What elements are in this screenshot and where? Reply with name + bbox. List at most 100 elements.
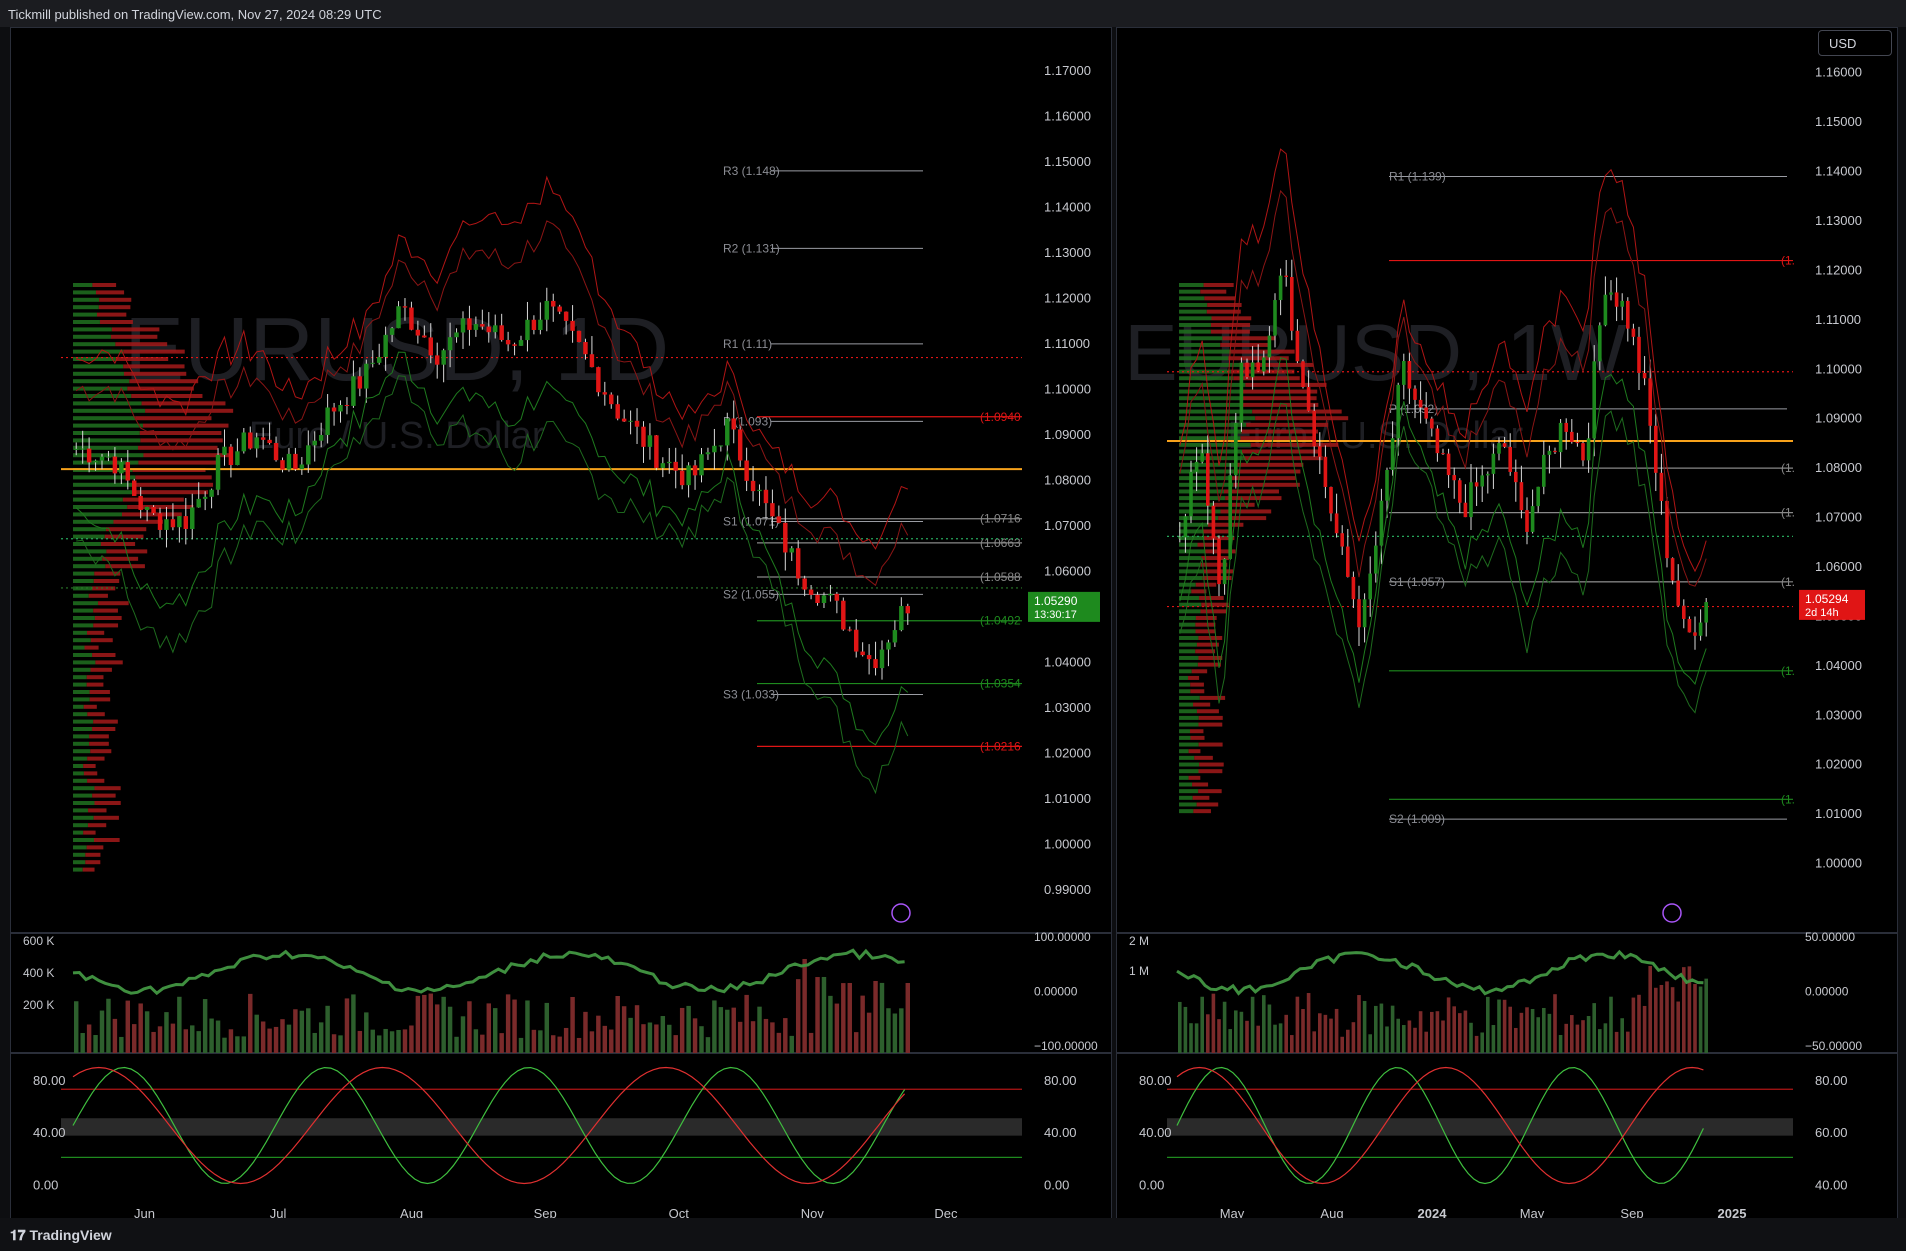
- volume-profile-bar: [73, 505, 128, 509]
- candle-body: [770, 503, 775, 517]
- stochastic-tick-left: 40.00: [33, 1125, 66, 1140]
- volume-bar: [750, 1021, 756, 1053]
- candle-body: [821, 595, 827, 603]
- volume-profile-bar: [93, 623, 119, 628]
- tradingview-logo-icon: 𝟏𝟕 TradingView: [10, 1227, 112, 1243]
- candle-body: [1581, 443, 1585, 461]
- volume-profile-bar: [73, 815, 94, 820]
- volume-bar: [1530, 1008, 1535, 1053]
- volume-profile-bar: [73, 482, 137, 487]
- candle-body: [634, 420, 640, 427]
- volume-bar: [493, 1008, 498, 1053]
- volume-profile-bar: [90, 638, 113, 643]
- volume-profile-bar: [1179, 629, 1196, 634]
- candle-body: [1575, 441, 1580, 444]
- candle-body: [1547, 450, 1552, 455]
- chart-panel-daily[interactable]: EURUSD, 1D Euro / U.S. Dollar 1.17000 1.160…: [10, 27, 1112, 1219]
- volume-profile-bar: [1199, 695, 1226, 700]
- volume-bar: [1262, 995, 1266, 1053]
- oscillator-tick-label: 0.00000: [1034, 985, 1078, 999]
- stochastic-tick-left: 80.00: [33, 1073, 66, 1088]
- volume-bar: [473, 1029, 479, 1053]
- volume-profile-bar: [73, 852, 86, 857]
- candle-body: [144, 506, 150, 510]
- footer: 𝟏𝟕 TradingView: [0, 1218, 1906, 1251]
- volume-bar: [841, 983, 846, 1053]
- pivot-label: R1 (1.139): [1389, 170, 1446, 184]
- volume-profile-bar: [1196, 642, 1219, 647]
- level-label: (1.0716: [980, 512, 1021, 526]
- candle-body: [241, 432, 247, 452]
- volume-bar: [1670, 987, 1675, 1053]
- volume-profile-bar: [1179, 336, 1223, 341]
- price-tick-label: 1.09000: [1815, 411, 1862, 426]
- volume-bar: [525, 1000, 530, 1053]
- candle-body: [1598, 325, 1602, 362]
- candle-body: [434, 355, 440, 365]
- candle-body: [1435, 428, 1440, 454]
- candle-body: [557, 306, 562, 312]
- price-tick-label: 1.14000: [1044, 199, 1091, 214]
- candle-body: [692, 465, 698, 476]
- volume-profile-bar: [1179, 702, 1194, 707]
- volume-bar: [1581, 1020, 1585, 1053]
- daily-chart-svg[interactable]: EURUSD, 1DEuro / U.S. Dollar1.170001.160…: [11, 28, 1111, 1218]
- candle-body: [1676, 580, 1680, 606]
- candle-body: [1626, 300, 1630, 329]
- volume-bar: [196, 1031, 201, 1053]
- price-tick-label: 1.16000: [1815, 65, 1862, 80]
- volume-bar: [1654, 987, 1658, 1053]
- volume-profile-bar: [1240, 396, 1317, 401]
- volume-bar: [1665, 981, 1669, 1053]
- weekly-chart-svg[interactable]: EURUSD, 1WEuro / U.S. Dollar1.160001.150…: [1117, 28, 1897, 1218]
- candle-body: [254, 437, 259, 449]
- volume-profile-bar: [1179, 476, 1232, 481]
- volume-bar: [776, 1032, 782, 1053]
- volume-bar: [570, 996, 575, 1053]
- chart-panel-weekly[interactable]: EURUSD, 1W Euro / U.S. Dollar 1.16000 1.150…: [1116, 27, 1898, 1219]
- candle-body: [1250, 362, 1255, 378]
- volume-bar: [1502, 999, 1507, 1053]
- candle-body: [1637, 336, 1641, 373]
- candle-body: [499, 325, 504, 340]
- volume-bar: [563, 1027, 569, 1053]
- candle-body: [1178, 537, 1182, 539]
- candle-body: [679, 470, 685, 486]
- volume-profile-bar: [1179, 755, 1195, 760]
- candle-body: [1452, 475, 1456, 481]
- volume-profile-bar: [1225, 496, 1282, 501]
- candle-body: [99, 456, 105, 461]
- x-tick-label: Aug: [1320, 1206, 1343, 1218]
- candle-body: [1665, 500, 1669, 559]
- candle-body: [1340, 533, 1344, 547]
- volume-profile-bar: [1179, 769, 1199, 774]
- price-tick-label: 1.15000: [1044, 154, 1091, 169]
- volume-bar: [202, 999, 208, 1053]
- volume-profile-bar: [83, 830, 96, 835]
- price-tick-label: 1.03000: [1044, 700, 1091, 715]
- volume-profile-bar: [1179, 649, 1196, 654]
- stochastic-tick-right: 40.00: [1044, 1125, 1077, 1140]
- volume-profile-bar: [73, 534, 105, 539]
- candle-body: [1290, 277, 1294, 331]
- volume-bar: [235, 1036, 240, 1053]
- volume-bar: [892, 1013, 898, 1053]
- currency-button[interactable]: USD: [1818, 30, 1892, 56]
- volume-bar: [679, 1007, 685, 1053]
- volume-profile-bar: [73, 704, 84, 709]
- x-tick-label: May: [1520, 1206, 1545, 1218]
- volume-profile-bar: [73, 667, 91, 672]
- candle-body: [1570, 431, 1574, 442]
- price-tick-label: 1.07000: [1815, 510, 1862, 525]
- volume-bar: [1273, 1024, 1277, 1053]
- volume-profile-bar: [1179, 302, 1208, 307]
- pivot-label: P (1.092): [1389, 402, 1438, 416]
- candle-body: [1418, 399, 1423, 408]
- volume-profile-bar: [94, 616, 122, 620]
- volume-profile-bar: [1179, 549, 1205, 554]
- candle-body: [1542, 454, 1546, 487]
- candle-body: [370, 362, 375, 364]
- volume-bar: [1413, 1027, 1417, 1053]
- volume-bar: [1284, 1014, 1288, 1053]
- volume-profile-bar: [1195, 629, 1216, 634]
